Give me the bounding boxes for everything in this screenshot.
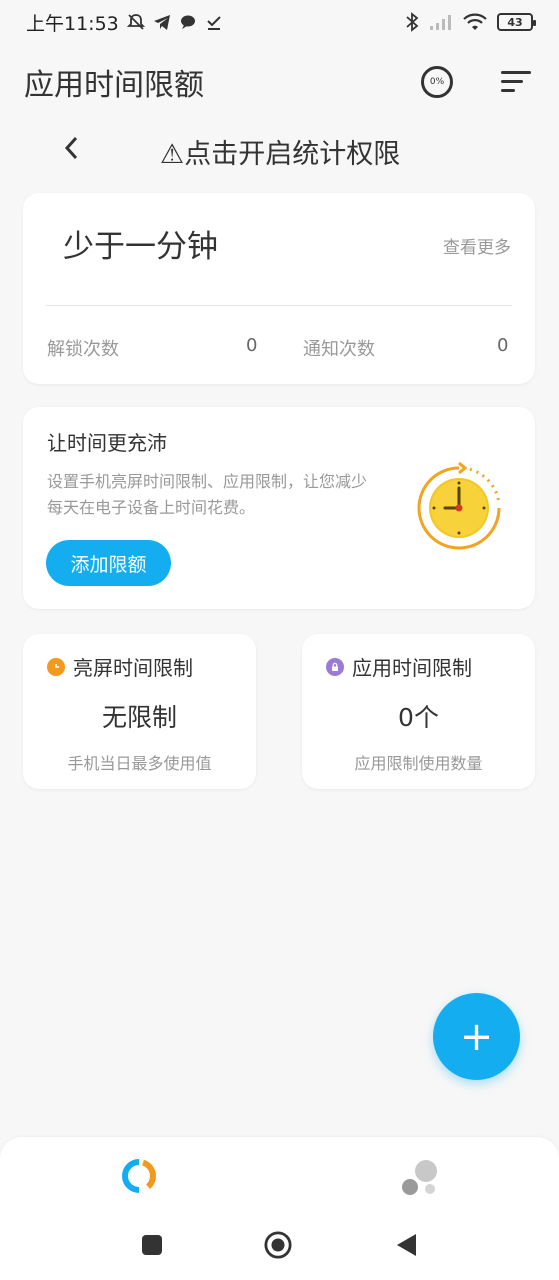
status-bar: 上午11:53 43 (0, 0, 559, 44)
bubbles-icon[interactable] (400, 1157, 440, 1197)
recents-button[interactable] (138, 1231, 166, 1259)
screen-limit-header: 亮屏时间限制 (47, 652, 193, 681)
status-left: 上午11:53 (26, 9, 223, 36)
usage-time: 少于一分钟 (63, 229, 218, 265)
see-more-link[interactable]: 查看更多 (443, 233, 511, 258)
progress-label: 0% (429, 77, 445, 87)
screen-limit-subtitle: 手机当日最多使用值 (67, 754, 212, 773)
notify-label: 通知次数 (303, 339, 375, 360)
promo-title: 让时间更充沛 (47, 431, 167, 455)
wifi-icon (463, 13, 487, 30)
app-limit-value: 0个 (398, 703, 439, 732)
ring-chart-icon[interactable] (120, 1157, 158, 1195)
screen-limit-title: 亮屏时间限制 (73, 656, 193, 680)
system-nav-bar (0, 1207, 559, 1280)
divider (46, 305, 512, 306)
app-header: 应用时间限额 0% (0, 52, 559, 112)
home-button[interactable] (264, 1231, 292, 1259)
clock-icon (417, 462, 501, 550)
sort-icon[interactable] (501, 71, 531, 93)
add-fab-button[interactable]: + (433, 993, 520, 1080)
app-limit-subtitle: 应用限制使用数量 (354, 754, 483, 773)
summary-card: 少于一分钟 查看更多 解锁次数 0 通知次数 0 (23, 193, 535, 384)
date-nav: ⚠点击开启统计权限 (0, 120, 559, 176)
permission-text: ⚠点击开启统计权限 (160, 139, 401, 170)
home-circle-icon (264, 1231, 292, 1259)
battery-level: 43 (507, 15, 523, 29)
unlock-label: 解锁次数 (47, 339, 119, 360)
notify-count: 0 (497, 335, 509, 356)
promo-card: 让时间更充沛 设置手机亮屏时间限制、应用限制，让您减少每天在电子设备上时间花费。… (23, 407, 535, 609)
app-limit-header: 应用时间限制 (326, 652, 472, 681)
chevron-left-icon[interactable] (60, 134, 84, 162)
screen-limit-value: 无限制 (101, 703, 177, 732)
bluetooth-icon (406, 12, 419, 32)
bottom-tab-bar (0, 1137, 559, 1207)
status-right: 43 (405, 12, 536, 32)
progress-circle-button[interactable]: 0% (421, 66, 453, 98)
signal-icon (430, 15, 451, 30)
permission-notice[interactable]: ⚠点击开启统计权限 (160, 132, 400, 171)
download-done-icon (207, 16, 221, 30)
notification-muted-icon (126, 14, 145, 30)
triangle-back-icon (397, 1234, 416, 1256)
screen-limit-card[interactable]: 亮屏时间限制 无限制 手机当日最多使用值 (23, 634, 256, 789)
plus-icon: + (459, 1013, 494, 1060)
back-button[interactable] (392, 1231, 420, 1259)
lock-icon (326, 657, 344, 676)
app-limit-card[interactable]: 应用时间限制 0个 应用限制使用数量 (302, 634, 535, 789)
telegram-icon (153, 15, 170, 30)
unlock-count: 0 (246, 335, 258, 356)
battery-icon: 43 (497, 13, 536, 31)
page-title: 应用时间限额 (24, 68, 204, 103)
promo-description: 设置手机亮屏时间限制、应用限制，让您减少每天在电子设备上时间花费。 (47, 472, 368, 517)
app-limit-title: 应用时间限制 (352, 656, 472, 680)
add-limit-button[interactable]: 添加限额 (46, 540, 171, 586)
chat-icon (180, 15, 195, 29)
square-icon (142, 1235, 162, 1255)
status-time: 上午11:53 (26, 12, 119, 35)
clock-dot-icon (47, 657, 65, 676)
